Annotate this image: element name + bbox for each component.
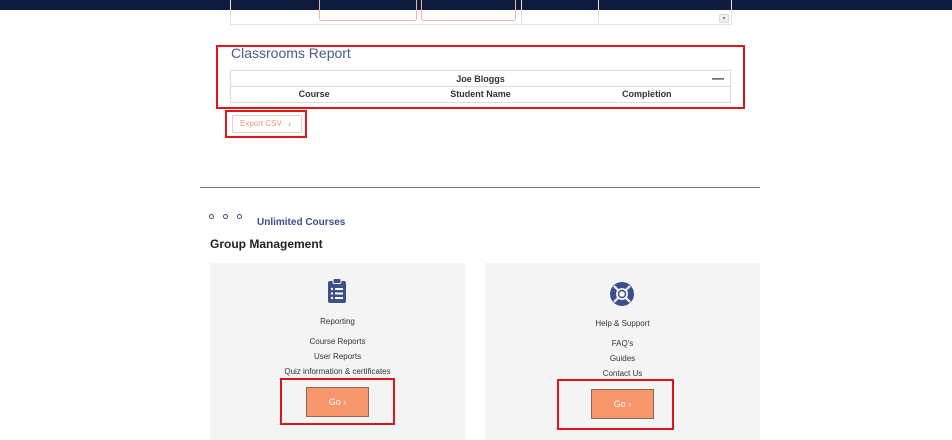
group-management-title: Group Management (210, 237, 323, 251)
quiz-information-link[interactable]: Quiz information & certificates (210, 367, 465, 376)
column-divider (521, 0, 522, 25)
classrooms-report-table: Joe Bloggs — Course Student Name Complet… (230, 70, 731, 103)
table-group-header[interactable]: Joe Bloggs — (231, 71, 730, 87)
user-reports-link[interactable]: User Reports (210, 352, 465, 361)
help-support-card: Help & Support FAQ's Guides Contact Us G… (485, 263, 760, 440)
faqs-link[interactable]: FAQ's (485, 339, 760, 348)
student-group-name: Joe Bloggs (456, 74, 505, 84)
reporting-card-title: Reporting (320, 317, 355, 326)
chevron-right-icon: › (288, 119, 291, 129)
previous-section-fragment: ▾ (230, 0, 732, 25)
classrooms-report-title: Classrooms Report (231, 45, 351, 61)
column-header-student-name[interactable]: Student Name (397, 87, 563, 102)
column-header-completion[interactable]: Completion (564, 87, 730, 102)
section-divider (200, 187, 760, 188)
previous-action-button-2[interactable] (421, 0, 516, 21)
dots-decoration-icon (209, 214, 242, 219)
clipboard-icon (328, 278, 346, 303)
lifebuoy-icon (610, 282, 634, 306)
help-support-go-button[interactable]: Go › (591, 389, 654, 419)
collapse-icon[interactable]: — (712, 71, 724, 85)
reporting-go-button[interactable]: Go › (306, 387, 369, 417)
previous-action-button-1[interactable] (319, 0, 417, 21)
scroll-arrow-icon[interactable]: ▾ (719, 14, 729, 23)
column-header-course[interactable]: Course (231, 87, 397, 102)
course-reports-link[interactable]: Course Reports (210, 337, 465, 346)
contact-us-link[interactable]: Contact Us (485, 369, 760, 378)
column-divider (598, 0, 599, 25)
export-csv-button[interactable]: Export CSV › (232, 115, 302, 133)
guides-link[interactable]: Guides (485, 354, 760, 363)
export-csv-label: Export CSV (240, 119, 282, 128)
reporting-card: Reporting Course Reports User Reports Qu… (210, 263, 465, 440)
unlimited-courses-tag: Unlimited Courses (257, 217, 346, 228)
help-support-card-title: Help & Support (595, 319, 650, 328)
table-column-headers: Course Student Name Completion (231, 87, 730, 102)
